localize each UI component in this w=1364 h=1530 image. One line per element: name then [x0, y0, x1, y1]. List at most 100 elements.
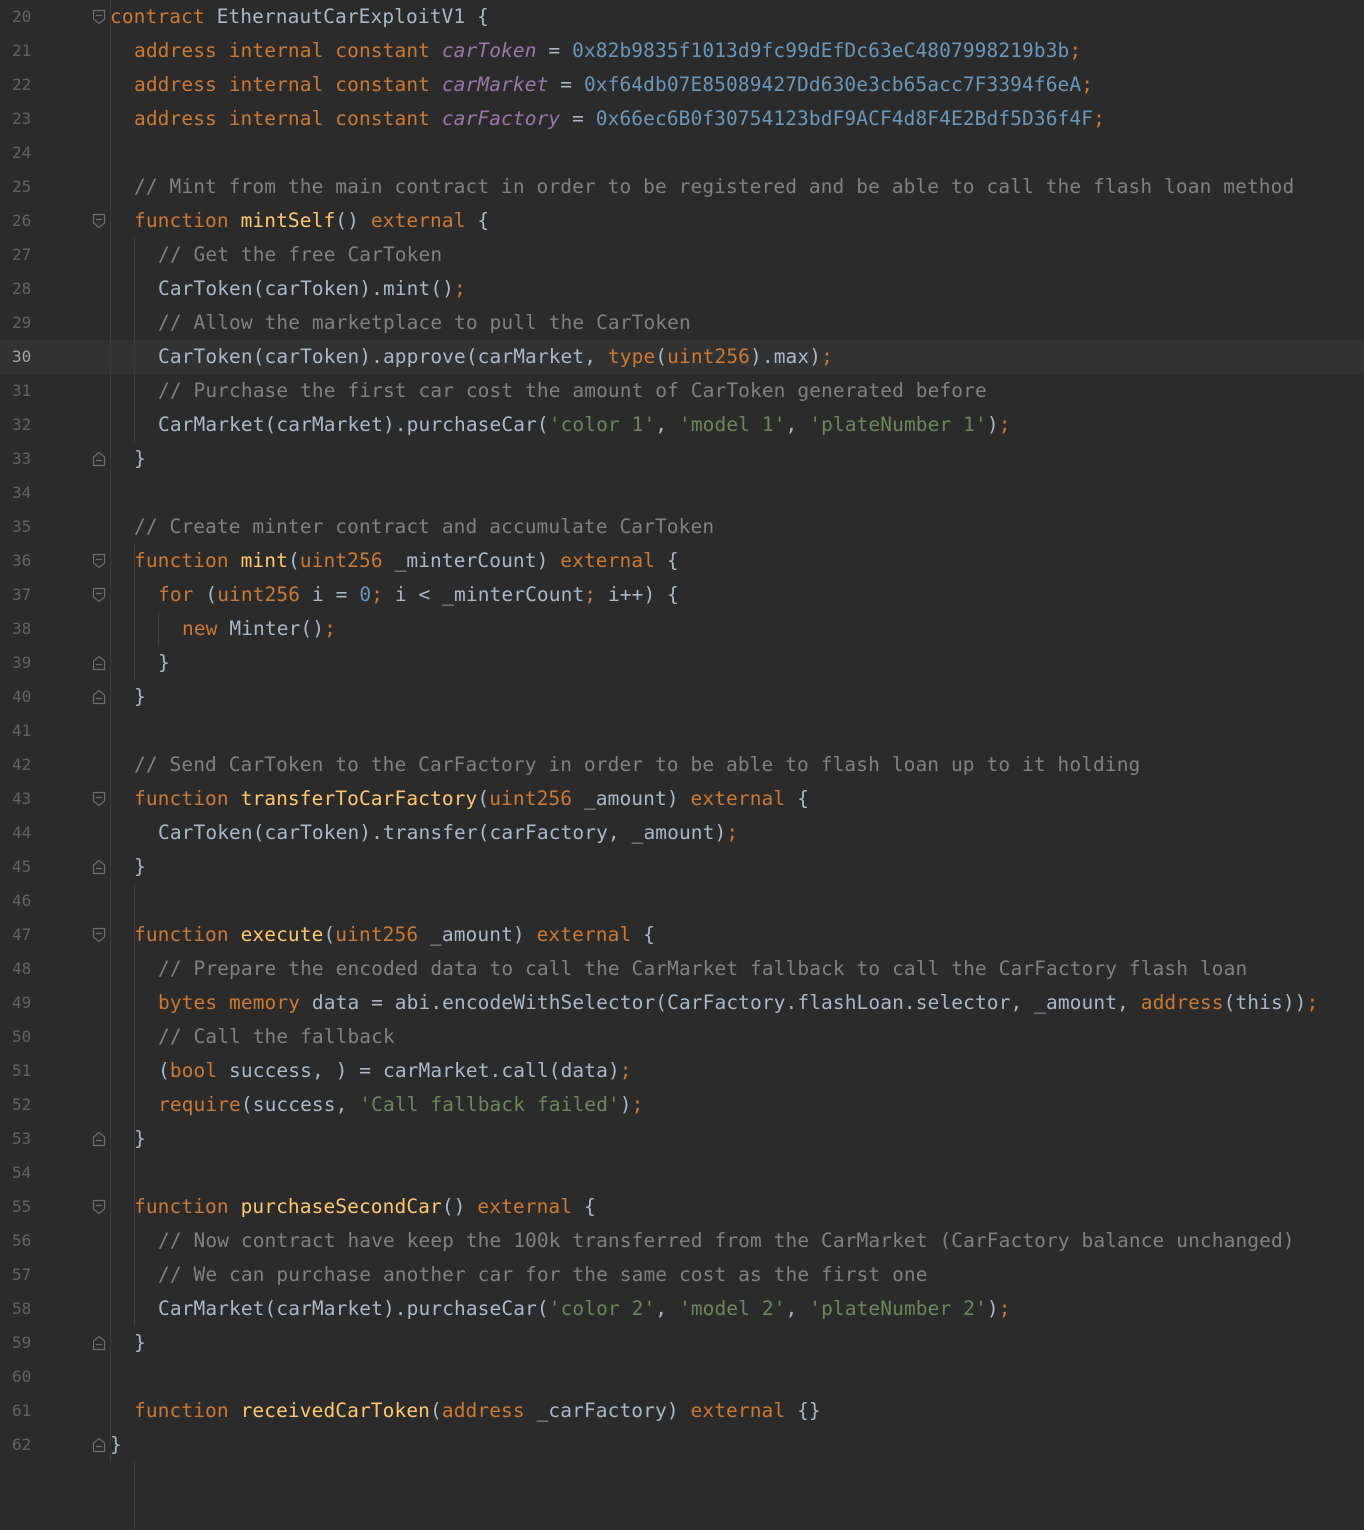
code-line-54[interactable]: 54 [0, 1156, 1364, 1190]
code-text[interactable]: } [134, 680, 146, 714]
code-text[interactable]: } [134, 1326, 146, 1360]
line-number: 43 [12, 789, 32, 808]
code-text[interactable]: // Allow the marketplace to pull the Car… [158, 306, 691, 340]
code-line-35[interactable]: 35 // Create minter contract and accumula… [0, 510, 1364, 544]
code-line-51[interactable]: 51 (bool success, ) = carMarket.call(data… [0, 1054, 1364, 1088]
line-number: 53 [12, 1129, 32, 1148]
code-editor[interactable]: 20 contract EthernautCarExploitV1 {21 addr… [0, 0, 1364, 1530]
code-line-27[interactable]: 27 // Get the free CarToken [0, 238, 1364, 272]
code-text[interactable]: // Prepare the encoded data to call the … [158, 952, 1247, 986]
code-line-62[interactable]: 62} [0, 1428, 1364, 1462]
code-line-30[interactable]: 30 CarToken(carToken).approve(carMarket, … [0, 340, 1364, 374]
code-line-61[interactable]: 61 function receivedCarToken(address _car… [0, 1394, 1364, 1428]
fold-close-icon[interactable] [92, 451, 106, 467]
code-line-37[interactable]: 37 for (uint256 i = 0; i < _minterCount; … [0, 578, 1364, 612]
code-line-39[interactable]: 39} [0, 646, 1364, 680]
fold-close-icon[interactable] [92, 1335, 106, 1351]
code-line-59[interactable]: 59} [0, 1326, 1364, 1360]
code-line-43[interactable]: 43 function transferToCarFactory(uint256 … [0, 782, 1364, 816]
fold-open-icon[interactable] [92, 927, 106, 943]
code-line-32[interactable]: 32 CarMarket(carMarket).purchaseCar('colo… [0, 408, 1364, 442]
code-text[interactable]: function mintSelf() external { [134, 204, 489, 238]
code-line-60[interactable]: 60 [0, 1360, 1364, 1394]
code-text[interactable]: function execute(uint256 _amount) extern… [134, 918, 655, 952]
code-line-46[interactable]: 46 [0, 884, 1364, 918]
code-line-22[interactable]: 22 address internal constant carMarket = … [0, 68, 1364, 102]
code-text[interactable]: new Minter(); [182, 612, 336, 646]
fold-open-icon[interactable] [92, 213, 106, 229]
fold-close-icon[interactable] [92, 689, 106, 705]
code-line-45[interactable]: 45} [0, 850, 1364, 884]
code-text[interactable]: // Now contract have keep the 100k trans… [158, 1224, 1295, 1258]
code-line-26[interactable]: 26 function mintSelf() external { [0, 204, 1364, 238]
code-text[interactable]: } [134, 850, 146, 884]
code-text[interactable]: function mint(uint256 _minterCount) exte… [134, 544, 679, 578]
code-line-25[interactable]: 25 // Mint from the main contract in orde… [0, 170, 1364, 204]
code-text[interactable]: CarMarket(carMarket).purchaseCar('color … [158, 408, 1011, 442]
code-text[interactable]: bytes memory data = abi.encodeWithSelect… [158, 986, 1318, 1020]
code-text[interactable]: // Mint from the main contract in order … [134, 170, 1294, 204]
code-text[interactable]: // Call the fallback [158, 1020, 395, 1054]
code-text[interactable]: CarMarket(carMarket).purchaseCar('color … [158, 1292, 1011, 1326]
code-line-23[interactable]: 23 address internal constant carFactory =… [0, 102, 1364, 136]
code-text[interactable]: CarToken(carToken).approve(carMarket, ty… [158, 340, 833, 374]
code-line-31[interactable]: 31 // Purchase the first car cost the amo… [0, 374, 1364, 408]
code-text[interactable]: } [158, 646, 170, 680]
code-text[interactable]: // We can purchase another car for the s… [158, 1258, 928, 1292]
code-text[interactable]: // Create minter contract and accumulate… [134, 510, 714, 544]
code-line-29[interactable]: 29 // Allow the marketplace to pull the C… [0, 306, 1364, 340]
fold-open-icon[interactable] [92, 553, 106, 569]
code-line-42[interactable]: 42 // Send CarToken to the CarFactory in … [0, 748, 1364, 782]
fold-close-icon[interactable] [92, 1131, 106, 1147]
code-text[interactable]: require(success, 'Call fallback failed')… [158, 1088, 643, 1122]
fold-close-icon[interactable] [92, 859, 106, 875]
code-token: 'plateNumber 1' [809, 413, 987, 436]
code-text[interactable]: // Get the free CarToken [158, 238, 442, 272]
fold-open-icon[interactable] [92, 9, 106, 25]
code-line-34[interactable]: 34 [0, 476, 1364, 510]
code-text[interactable]: // Purchase the first car cost the amoun… [158, 374, 987, 408]
code-text[interactable]: (bool success, ) = carMarket.call(data); [158, 1054, 632, 1088]
code-line-48[interactable]: 48 // Prepare the encoded data to call th… [0, 952, 1364, 986]
code-text[interactable]: CarToken(carToken).transfer(carFactory, … [158, 816, 738, 850]
fold-close-icon[interactable] [92, 655, 106, 671]
code-line-28[interactable]: 28 CarToken(carToken).mint(); [0, 272, 1364, 306]
code-text[interactable]: function purchaseSecondCar() external { [134, 1190, 596, 1224]
code-line-49[interactable]: 49 bytes memory data = abi.encodeWithSele… [0, 986, 1364, 1020]
code-text[interactable]: contract EthernautCarExploitV1 { [110, 0, 489, 34]
fold-close-icon[interactable] [92, 1437, 106, 1453]
code-line-38[interactable]: 38 new Minter(); [0, 612, 1364, 646]
code-text[interactable]: function receivedCarToken(address _carFa… [134, 1394, 821, 1428]
code-text[interactable]: address internal constant carMarket = 0x… [134, 68, 1093, 102]
code-line-52[interactable]: 52 require(success, 'Call fallback failed… [0, 1088, 1364, 1122]
code-line-58[interactable]: 58 CarMarket(carMarket).purchaseCar('colo… [0, 1292, 1364, 1326]
line-number: 60 [12, 1367, 32, 1386]
code-text[interactable]: address internal constant carFactory = 0… [134, 102, 1105, 136]
code-line-41[interactable]: 41 [0, 714, 1364, 748]
code-line-21[interactable]: 21 address internal constant carToken = 0… [0, 34, 1364, 68]
code-line-40[interactable]: 40} [0, 680, 1364, 714]
code-line-57[interactable]: 57 // We can purchase another car for the… [0, 1258, 1364, 1292]
code-text[interactable]: } [110, 1428, 122, 1462]
code-text[interactable]: CarToken(carToken).mint(); [158, 272, 466, 306]
code-line-47[interactable]: 47 function execute(uint256 _amount) exte… [0, 918, 1364, 952]
code-text[interactable]: } [134, 442, 146, 476]
fold-open-icon[interactable] [92, 1199, 106, 1215]
code-line-24[interactable]: 24 [0, 136, 1364, 170]
code-line-56[interactable]: 56 // Now contract have keep the 100k tra… [0, 1224, 1364, 1258]
code-line-33[interactable]: 33} [0, 442, 1364, 476]
code-line-50[interactable]: 50 // Call the fallback [0, 1020, 1364, 1054]
code-line-55[interactable]: 55 function purchaseSecondCar() external … [0, 1190, 1364, 1224]
fold-open-icon[interactable] [92, 587, 106, 603]
code-line-20[interactable]: 20 contract EthernautCarExploitV1 { [0, 0, 1364, 34]
code-line-44[interactable]: 44 CarToken(carToken).transfer(carFactory… [0, 816, 1364, 850]
code-text[interactable]: // Send CarToken to the CarFactory in or… [134, 748, 1140, 782]
code-line-36[interactable]: 36 function mint(uint256 _minterCount) ex… [0, 544, 1364, 578]
code-line-53[interactable]: 53} [0, 1122, 1364, 1156]
code-text[interactable]: } [134, 1122, 146, 1156]
code-text[interactable]: address internal constant carToken = 0x8… [134, 34, 1081, 68]
code-text[interactable]: for (uint256 i = 0; i < _minterCount; i+… [158, 578, 679, 612]
code-text[interactable]: function transferToCarFactory(uint256 _a… [134, 782, 809, 816]
fold-open-icon[interactable] [92, 791, 106, 807]
code-token: _carFactory) [524, 1399, 691, 1422]
